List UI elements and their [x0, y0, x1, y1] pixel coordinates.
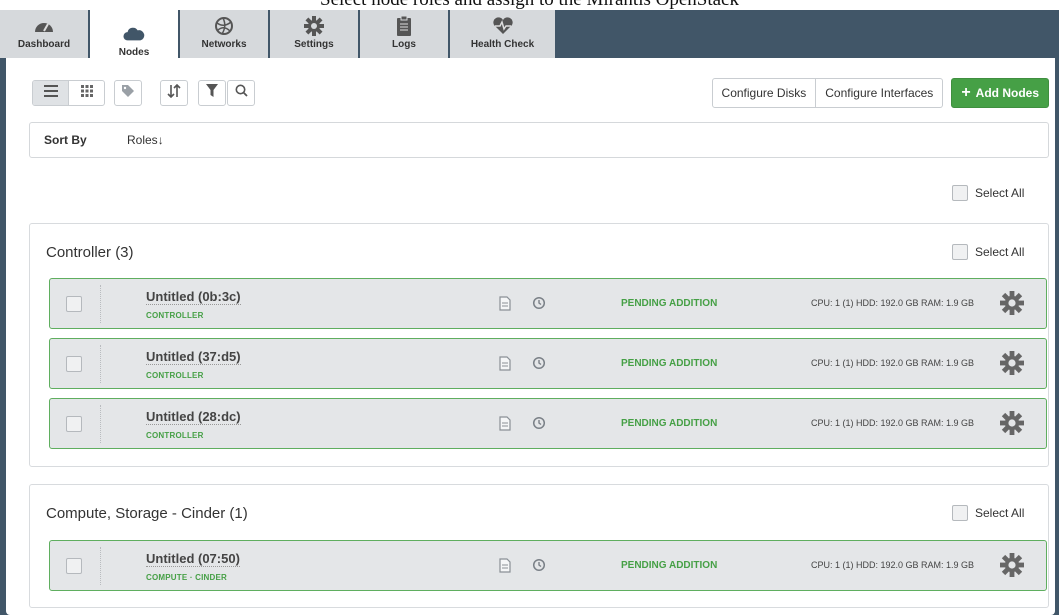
search-button[interactable] [227, 80, 255, 106]
select-all-checkbox[interactable] [952, 505, 968, 521]
right-toolbar: Configure Disks Configure Interfaces + A… [711, 78, 1049, 108]
tab-networks[interactable]: Networks [180, 10, 269, 58]
node-checkbox[interactable] [66, 558, 82, 574]
history-icon[interactable] [532, 558, 546, 577]
node-row[interactable]: Untitled (0b:3c) CONTROLLER PENDING ADDI… [49, 278, 1047, 329]
dashboard-icon [33, 17, 55, 35]
tab-settings[interactable]: Settings [270, 10, 359, 58]
grid-icon [80, 84, 93, 102]
select-all-checkbox[interactable] [952, 244, 968, 260]
network-globe-icon [213, 17, 235, 35]
configure-interfaces-button[interactable]: Configure Interfaces [816, 78, 944, 108]
gear-icon[interactable] [1000, 411, 1024, 440]
document-icon[interactable] [499, 416, 511, 436]
document-icon[interactable] [499, 296, 511, 316]
tab-label: Health Check [470, 39, 535, 50]
page-caption: Select node roles and assign to the Mira… [0, 0, 1059, 11]
clipboard-icon [393, 16, 415, 36]
plus-icon: + [961, 84, 971, 101]
cloud-icon [123, 25, 145, 43]
node-checkbox[interactable] [66, 356, 82, 372]
node-status: PENDING ADDITION [621, 358, 718, 369]
node-role: CONTROLLER [146, 311, 204, 320]
gear-icon[interactable] [1000, 291, 1024, 320]
group-select-all[interactable]: Select All [952, 505, 1024, 521]
sort-button[interactable] [160, 80, 188, 106]
nodes-panel: Configure Disks Configure Interfaces + A… [6, 58, 1055, 615]
sort-bar: Sort By Roles↓ [29, 122, 1049, 158]
document-icon[interactable] [499, 356, 511, 376]
sort-roles-label: Roles [127, 133, 158, 147]
select-all-nodes[interactable]: Select All [952, 185, 1024, 201]
node-role: COMPUTE · CINDER [146, 573, 227, 582]
search-icon [235, 84, 248, 102]
tab-health-check[interactable]: Health Check [450, 10, 556, 58]
node-role: CONTROLLER [146, 371, 204, 380]
node-row[interactable]: Untitled (07:50) COMPUTE · CINDER PENDIN… [49, 540, 1047, 591]
history-icon[interactable] [532, 296, 546, 315]
list-icon [43, 84, 58, 102]
add-nodes-button[interactable]: + Add Nodes [951, 78, 1049, 108]
node-name[interactable]: Untitled (37:d5) [146, 349, 241, 365]
select-all-checkbox[interactable] [952, 185, 968, 201]
select-all-label: Select All [975, 245, 1025, 259]
node-status: PENDING ADDITION [621, 560, 718, 571]
node-group-compute-cinder: Compute, Storage - Cinder (1) Select All… [29, 484, 1049, 608]
divider [100, 405, 101, 443]
gear-icon[interactable] [1000, 351, 1024, 380]
tab-label: Dashboard [17, 39, 71, 50]
node-status: PENDING ADDITION [621, 418, 718, 429]
app-frame: Dashboard Nodes Networks Settings Logs H… [0, 10, 1059, 615]
node-specs: CPU: 1 (1) HDD: 192.0 GB RAM: 1.9 GB [811, 560, 975, 570]
document-icon[interactable] [499, 558, 511, 578]
node-checkbox[interactable] [66, 296, 82, 312]
node-specs: CPU: 1 (1) HDD: 192.0 GB RAM: 1.9 GB [811, 298, 975, 308]
group-select-all[interactable]: Select All [952, 244, 1024, 260]
sort-arrows-icon [167, 83, 181, 103]
select-all-label: Select All [975, 506, 1025, 520]
tab-label: Networks [201, 39, 247, 50]
node-status: PENDING ADDITION [621, 298, 718, 309]
node-name[interactable]: Untitled (07:50) [146, 551, 240, 567]
add-nodes-label: Add Nodes [975, 86, 1039, 100]
gear-icon[interactable] [1000, 553, 1024, 582]
node-row[interactable]: Untitled (37:d5) CONTROLLER PENDING ADDI… [49, 338, 1047, 389]
view-mode-toggle [32, 80, 105, 106]
filter-icon [206, 84, 218, 102]
label-button[interactable] [114, 80, 142, 106]
arrow-down-icon: ↓ [157, 133, 164, 147]
node-checkbox[interactable] [66, 416, 82, 432]
sort-by-label: Sort By [44, 133, 87, 147]
tab-label: Logs [392, 39, 416, 50]
divider [100, 547, 101, 585]
history-icon[interactable] [532, 356, 546, 375]
heart-pulse-icon [492, 17, 514, 35]
history-icon[interactable] [532, 416, 546, 435]
tab-label: Nodes [118, 47, 150, 58]
tab-dashboard[interactable]: Dashboard [0, 10, 89, 58]
node-row[interactable]: Untitled (28:dc) CONTROLLER PENDING ADDI… [49, 398, 1047, 449]
filter-button[interactable] [198, 80, 226, 106]
node-name[interactable]: Untitled (0b:3c) [146, 289, 241, 305]
node-specs: CPU: 1 (1) HDD: 192.0 GB RAM: 1.9 GB [811, 418, 975, 428]
tab-logs[interactable]: Logs [360, 10, 449, 58]
divider [100, 285, 101, 323]
gear-icon [303, 16, 325, 36]
tag-icon [121, 84, 135, 103]
group-title: Compute, Storage - Cinder (1) [46, 505, 248, 522]
node-specs: CPU: 1 (1) HDD: 192.0 GB RAM: 1.9 GB [811, 358, 975, 368]
tab-bar: Dashboard Nodes Networks Settings Logs H… [0, 10, 1059, 66]
node-group-controller: Controller (3) Select All Untitled (0b:3… [29, 223, 1049, 467]
group-title: Controller (3) [46, 244, 134, 261]
select-all-label: Select All [975, 186, 1025, 200]
tab-label: Settings [294, 39, 334, 50]
sort-roles-item[interactable]: Roles↓ [127, 133, 164, 147]
grid-view-button[interactable] [68, 81, 104, 105]
configure-disks-button[interactable]: Configure Disks [711, 78, 817, 108]
node-name[interactable]: Untitled (28:dc) [146, 409, 241, 425]
node-role: CONTROLLER [146, 431, 204, 440]
list-view-button[interactable] [33, 81, 68, 105]
divider [100, 345, 101, 383]
